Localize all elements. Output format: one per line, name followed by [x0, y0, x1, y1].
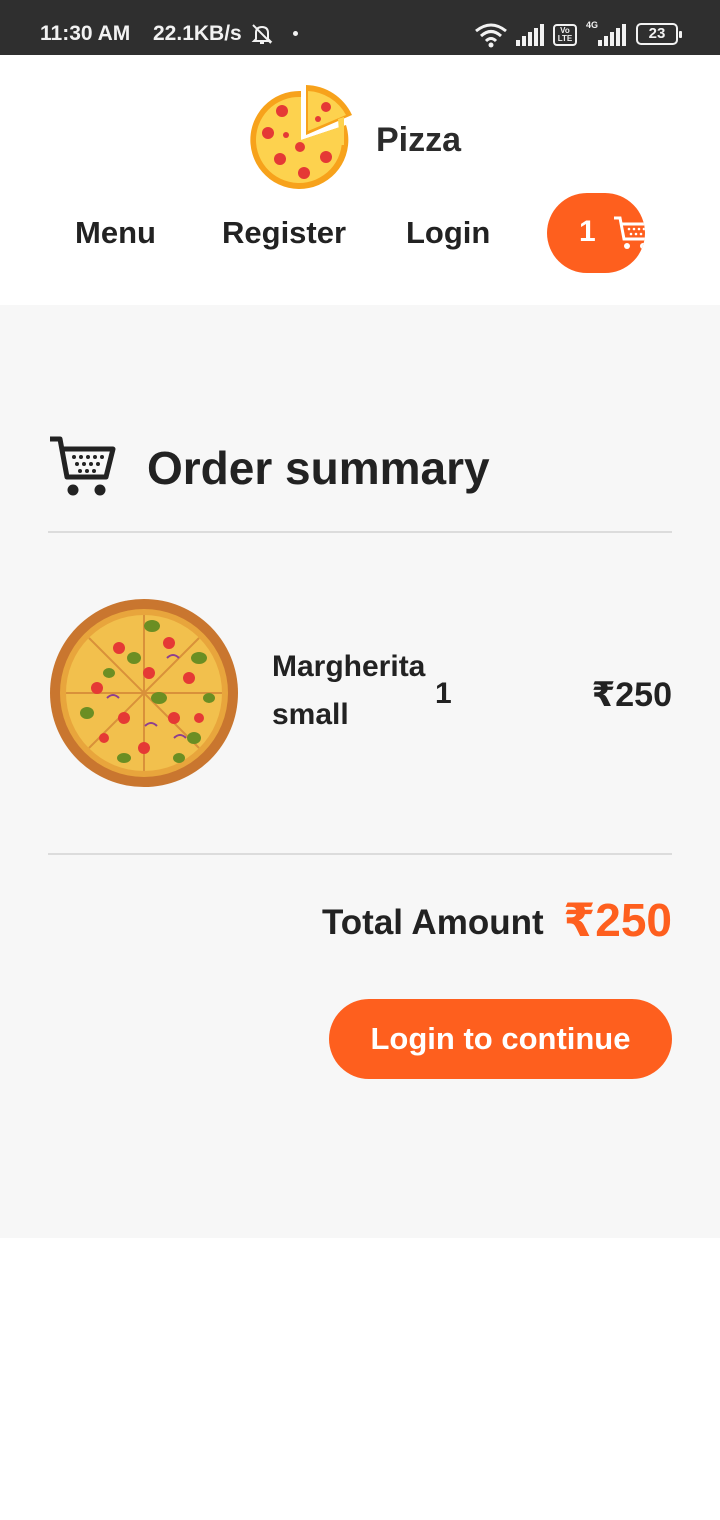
nav-menu-link[interactable]: Menu — [75, 215, 156, 251]
total-amount-value: ₹250 — [563, 894, 672, 946]
nav-register-link[interactable]: Register — [222, 215, 346, 251]
cart-count: 1 — [579, 215, 596, 248]
item-quantity: 1 — [435, 677, 452, 710]
order-summary-title: Order summary — [147, 442, 490, 494]
order-summary-section: Order summary Margherita small 1 ₹250 To… — [0, 305, 720, 1238]
notification-dot — [293, 31, 298, 36]
item-size: small — [272, 698, 349, 731]
cart-icon — [50, 436, 116, 496]
signal-icon-2 — [598, 24, 626, 46]
total-amount-label: Total Amount — [322, 903, 544, 942]
item-name: Margherita — [272, 650, 426, 683]
cart-button[interactable]: 1 — [547, 193, 645, 273]
logo-text[interactable]: Pizza — [376, 121, 461, 160]
status-bar: 11:30 AM 22.1KB/s Vo LTE 4G 23 — [0, 0, 720, 55]
divider — [48, 853, 672, 855]
cart-icon — [614, 216, 645, 249]
pizza-logo-icon[interactable] — [246, 85, 356, 195]
item-price: ₹250 — [591, 676, 672, 714]
divider — [48, 531, 672, 533]
status-time: 11:30 AM — [40, 22, 131, 45]
volte-badge: Vo LTE — [553, 24, 577, 46]
status-network-speed: 22.1KB/s — [153, 22, 242, 45]
pizza-image — [50, 599, 238, 787]
nav-login-link[interactable]: Login — [406, 215, 490, 251]
login-to-continue-button[interactable]: Login to continue — [329, 999, 672, 1079]
bell-off-icon — [251, 24, 273, 44]
wifi-icon — [475, 23, 507, 48]
battery-icon: 23 — [636, 23, 682, 45]
header: Pizza Menu Register Login 1 — [0, 55, 720, 305]
signal-icon — [516, 24, 544, 46]
